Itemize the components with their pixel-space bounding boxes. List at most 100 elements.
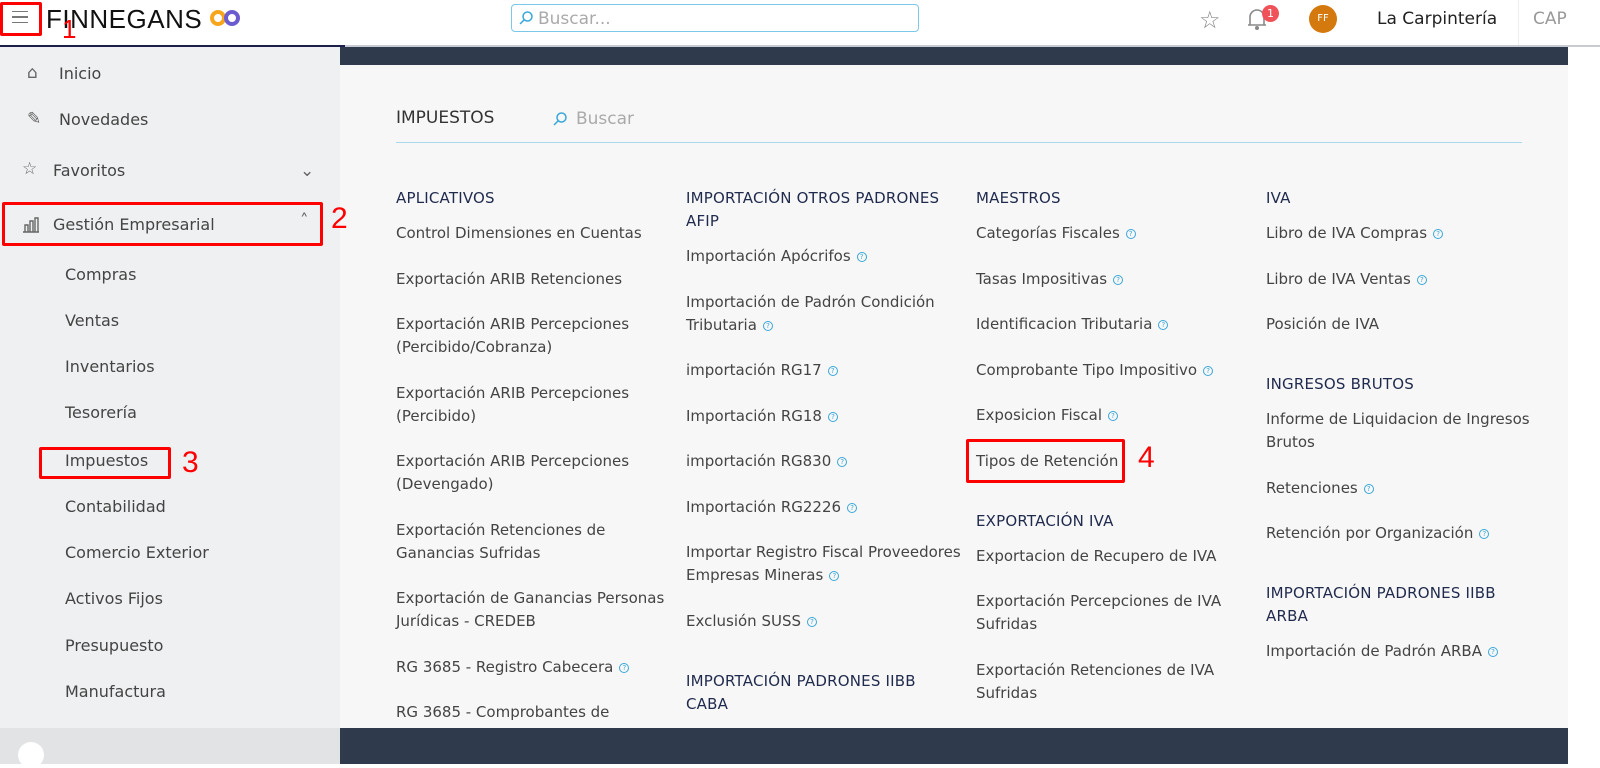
menu-link-label: Exportación ARIB Retenciones [396,269,623,288]
menu-link[interactable]: Exportación ARIB Percepciones (Percibido… [396,313,671,359]
menu-link[interactable]: Importar Registro Fiscal Proveedores Emp… [686,541,961,587]
menu-link[interactable]: Posición de IVA [1266,313,1541,336]
menu-link[interactable]: Categorías Fiscales? [976,222,1251,245]
sidebar-item-inicio[interactable]: Inicio [59,64,101,83]
sidebar-subitem-comercio-exterior[interactable]: Comercio Exterior [65,543,209,562]
menu-section: APLICATIVOS Control Dimensiones en Cuenta… [396,187,671,724]
home-icon: ⌂ [27,63,38,83]
sidebar-subitem-compras[interactable]: Compras [65,265,136,284]
sidebar-subitem-tesorer-a[interactable]: Tesorería [65,403,137,422]
company-selector[interactable]: La Carpintería [1377,9,1497,29]
menu-link[interactable]: Importación Apócrifos? [686,245,961,268]
menu-link-label: Importación de Padrón Condición Tributar… [686,292,935,334]
menu-link[interactable]: importación RG17? [686,359,961,382]
section-heading: IMPORTACIÓN PADRONES IIBB ARBA [1266,584,1496,625]
help-icon[interactable]: ? [1416,274,1427,285]
menu-link[interactable]: Informe de Liquidacion de Ingresos Bruto… [1266,408,1541,454]
avatar[interactable]: FF [1309,5,1337,33]
menu-link-label: Exportación ARIB Percepciones (Devengado… [396,452,630,493]
help-icon[interactable]: ? [1363,483,1374,494]
sidebar: ⌂ Inicio ✎ Novedades ☆ Favoritos ⌄ Gesti… [0,47,340,728]
company-code[interactable]: CAP [1533,9,1567,29]
menu-link[interactable]: Exportación ARIB Percepciones (Percibido… [396,382,671,428]
menu-section: IMPORTACIÓN OTROS PADRONES AFIP Importaci… [686,187,961,633]
menu-section: MAESTROS Categorías Fiscales? Tasas Imposi… [976,187,1251,473]
menu-link[interactable]: Importación RG2226? [686,496,961,519]
sidebar-subitem-contabilidad[interactable]: Contabilidad [65,497,166,516]
help-icon[interactable]: ? [829,571,840,581]
menu-link-label: Exportación Percepciones de IVA Sufridas [976,592,1222,633]
star-icon: ☆ [22,159,38,179]
menu-link[interactable]: Exposicion Fiscal? [976,404,1251,427]
menu-link[interactable]: Comprobante Tipo Impositivo? [976,359,1251,382]
sidebar-subitem-ventas[interactable]: Ventas [65,311,119,330]
menu-link[interactable]: Exportación Percepciones de IVA Sufridas [976,590,1251,636]
help-icon[interactable]: ? [1433,229,1444,239]
annotation-box-1 [0,2,42,36]
chevron-down-icon[interactable]: ⌄ [300,161,314,181]
sidebar-subitem-manufactura[interactable]: Manufactura [65,682,166,701]
menu-link[interactable]: Exportación Retenciones de Ganancias Suf… [396,519,671,565]
menu-link[interactable]: Exportación de Ganancias Personas Jurídi… [396,587,671,633]
menu-link-label: Exclusión SUSS [686,611,801,630]
help-icon[interactable]: ? [1113,274,1124,285]
help-icon[interactable]: ? [1108,411,1119,421]
help-icon[interactable]: ? [1125,229,1136,239]
help-icon[interactable]: ? [1479,529,1490,539]
menu-link[interactable]: Retención por Organización? [1266,522,1541,545]
help-icon[interactable]: ? [837,457,848,467]
menu-link[interactable]: Retenciones? [1266,477,1541,500]
menu-link-label: Exportacion de Recupero de IVA [976,546,1217,565]
menu-link[interactable]: Libro de IVA Ventas? [1266,268,1541,291]
help-icon[interactable]: ? [619,662,630,673]
sidebar-subitem-inventarios[interactable]: Inventarios [65,357,155,376]
sidebar-item-novedades[interactable]: Novedades [59,110,148,129]
main-bottom-band [340,728,1568,764]
menu-link[interactable]: Identificacion Tributaria? [976,313,1251,336]
annotation-number-4: 4 [1138,441,1155,474]
help-icon[interactable]: ? [807,616,817,627]
menu-search-input[interactable]: Buscar [576,109,634,129]
menu-link[interactable]: Libro de IVA Compras? [1266,222,1541,245]
help-icon[interactable]: ? [1203,365,1214,376]
help-icon[interactable]: ? [1158,320,1169,330]
sidebar-item-favoritos[interactable]: Favoritos [53,161,125,180]
menu-link[interactable]: Exportación ARIB Percepciones (Devengado… [396,450,671,496]
menu-column: IVA Libro de IVA Compras? Libro de IVA Ven… [1266,187,1541,700]
menu-link[interactable]: Exportacion de Recupero de IVA [976,545,1251,568]
user-circle-icon[interactable] [18,742,44,768]
menu-link-label: Identificacion Tributaria [976,315,1153,333]
scrollbar[interactable] [1568,47,1600,764]
sidebar-subitem-activos-fijos[interactable]: Activos Fijos [65,589,163,608]
search-icon [519,11,533,25]
menu-link-label: Importación RG18 [686,406,822,425]
menu-link[interactable]: Tasas Impositivas? [976,268,1251,291]
menu-column: IMPORTACIÓN OTROS PADRONES AFIP Importaci… [686,187,961,728]
top-header: FINNEGANS Buscar... ☆ 1 FF La Carpinterí… [0,0,1600,47]
search-icon [553,112,567,126]
favorites-star-icon[interactable]: ☆ [1199,6,1221,34]
help-icon[interactable]: ? [827,411,838,422]
help-icon[interactable]: ? [827,366,838,376]
menu-link[interactable]: Exclusión SUSS? [686,610,961,633]
menu-link[interactable]: Importación RG18? [686,405,961,428]
menu-link[interactable]: Exportación ARIB Retenciones [396,268,671,291]
help-icon[interactable]: ? [1487,647,1498,657]
global-search-input[interactable]: Buscar... [511,4,919,32]
menu-link[interactable]: RG 3685 - Comprobantes de [396,701,671,724]
help-icon[interactable]: ? [762,320,773,331]
help-icon[interactable]: ? [847,502,858,513]
menu-link[interactable]: RG 3685 - Registro Cabecera? [396,656,671,679]
menu-link[interactable]: Importación de Padrón ARBA? [1266,640,1541,663]
menu-link[interactable]: Control Dimensiones en Cuentas [396,222,671,245]
help-icon[interactable]: ? [856,252,867,262]
menu-link[interactable]: Exportación Retenciones de IVA Sufridas [976,659,1251,705]
menu-panel: IMPUESTOS Buscar APLICATIVOS Control Dime… [340,65,1568,728]
section-heading: MAESTROS [976,189,1061,207]
menu-link-label: Tasas Impositivas [976,269,1108,288]
annotation-box-4 [966,439,1125,483]
logo-infinity-icon [210,10,240,26]
menu-link[interactable]: Importación de Padrón Condición Tributar… [686,291,961,337]
sidebar-subitem-presupuesto[interactable]: Presupuesto [65,636,163,655]
menu-link[interactable]: importación RG830? [686,450,961,473]
